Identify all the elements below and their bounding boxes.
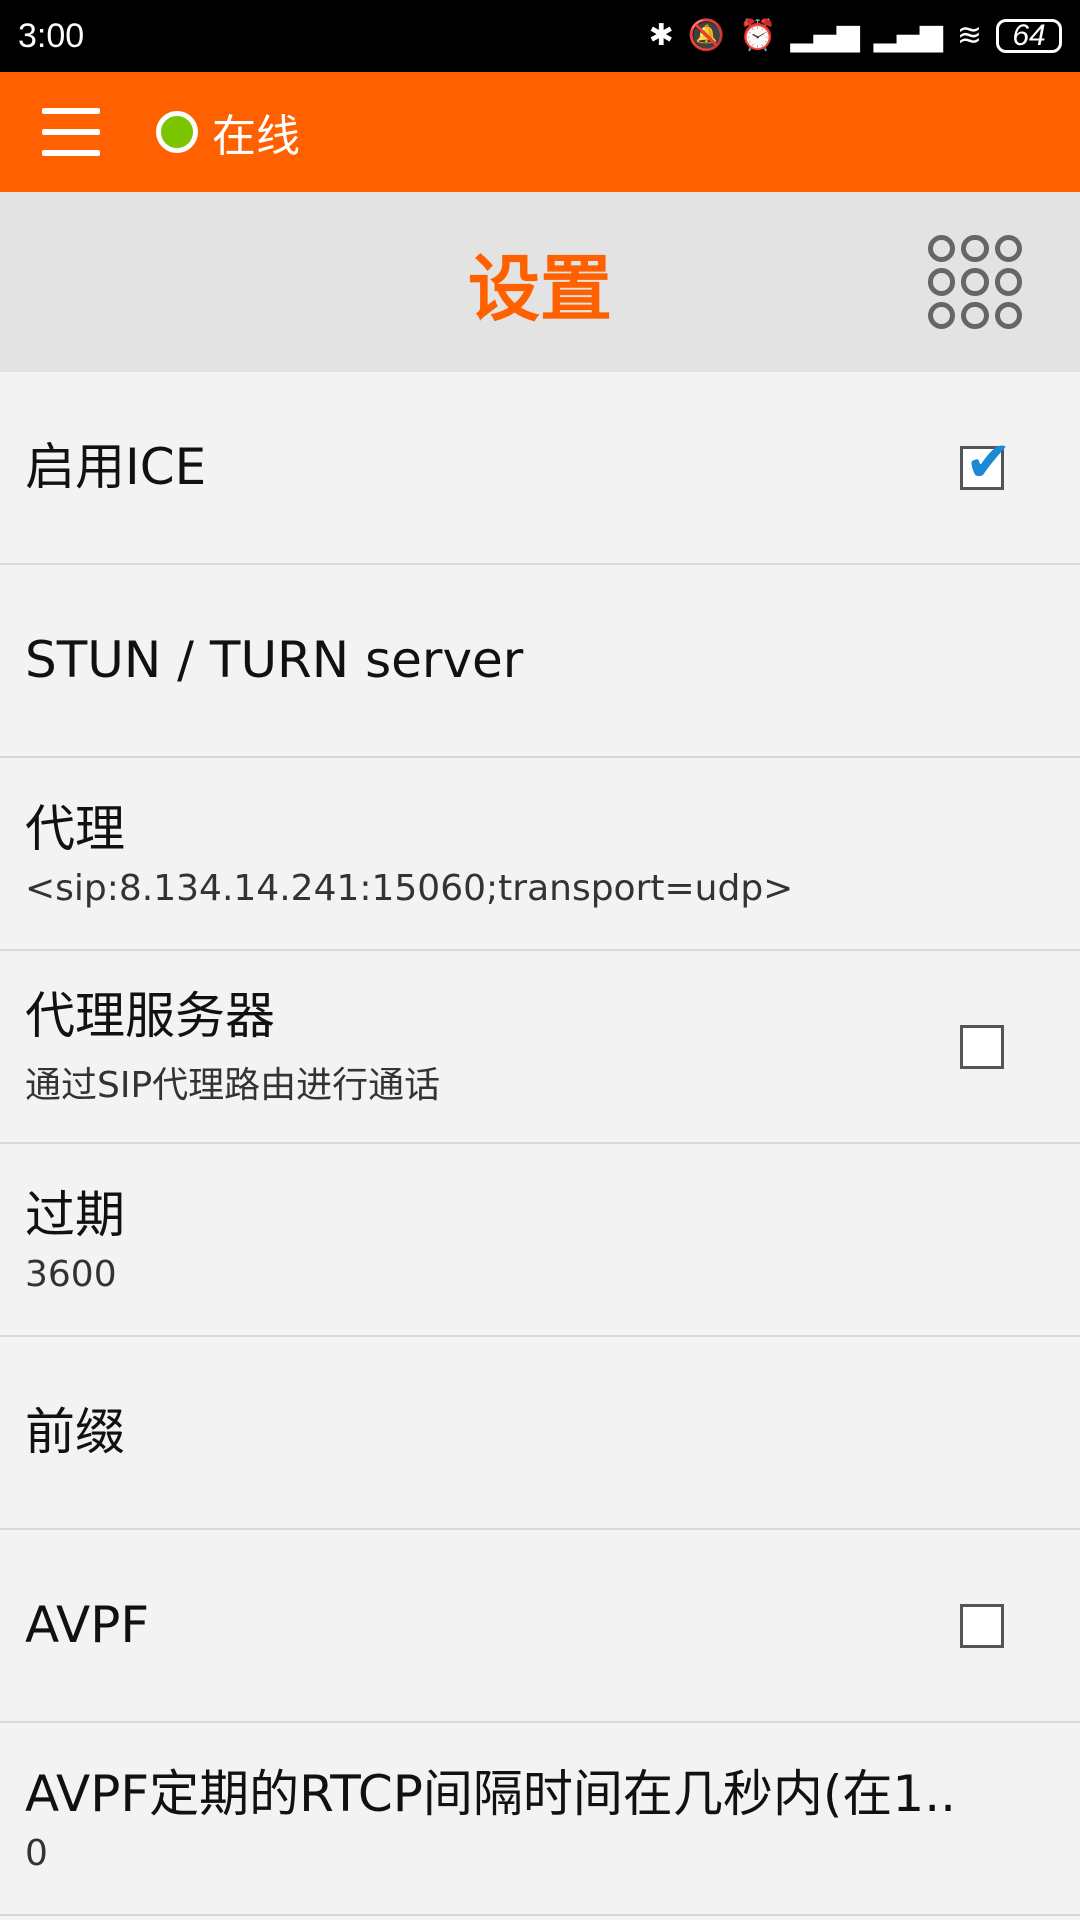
setting-value: 0 (25, 1833, 48, 1875)
status-bar: 3:00 ✱ 🔕 ⏰ ▂▄▆ ▂▄▆ ≋ 64 (0, 0, 1080, 72)
setting-title: 代理服务器 (25, 987, 275, 1046)
setting-stun-turn-server[interactable]: STUN / TURN server (0, 565, 1080, 758)
alarm-icon: ⏰ (739, 18, 777, 53)
setting-proxy-server[interactable]: 代理服务器 通过SIP代理路由进行通话 (0, 951, 1080, 1144)
setting-title: 前缀 (25, 1403, 125, 1462)
menu-icon[interactable] (42, 104, 100, 160)
setting-title: AVPF (25, 1596, 150, 1655)
battery-level: 64 (1012, 19, 1046, 52)
setting-title: 代理 (25, 799, 125, 858)
page-title: 设置 (467, 246, 612, 331)
setting-proxy[interactable]: 代理 <sip:8.134.14.241:15060;transport=udp… (0, 758, 1080, 951)
checkmark-icon: ✔ (965, 429, 1012, 495)
setting-expire[interactable]: 过期 3600 (0, 1144, 1080, 1337)
signal-icon: ▂▄▆ (873, 18, 943, 53)
setting-prefix[interactable]: 前缀 (0, 1337, 1080, 1530)
setting-description: 通过SIP代理路由进行通话 (25, 1064, 441, 1106)
setting-enable-ice[interactable]: 启用ICE ✔ (0, 372, 1080, 565)
status-icons: ✱ 🔕 ⏰ ▂▄▆ ▂▄▆ ≋ 64 (649, 19, 1062, 53)
online-status-label: 在线 (212, 111, 300, 162)
page-header: 设置 (0, 192, 1080, 372)
dialpad-grid-icon[interactable] (928, 235, 1022, 329)
setting-value: <sip:8.134.14.241:15060;transport=udp> (25, 868, 794, 910)
setting-value: 3600 (25, 1254, 117, 1296)
top-bar: 在线 (0, 72, 1080, 192)
wifi-icon: ≋ (956, 18, 982, 53)
setting-title: 过期 (25, 1185, 125, 1244)
setting-title: AVPF定期的RTCP间隔时间在几秒内(在1.. (25, 1764, 957, 1823)
setting-avpf-rtcp-interval[interactable]: AVPF定期的RTCP间隔时间在几秒内(在1.. 0 (0, 1723, 1080, 1916)
proxy-server-checkbox[interactable] (960, 1024, 1004, 1069)
settings-list: 启用ICE ✔ STUN / TURN server 代理 <sip:8.134… (0, 372, 1080, 1916)
enable-ice-checkbox[interactable]: ✔ (960, 434, 1012, 490)
avpf-checkbox[interactable] (960, 1603, 1004, 1648)
mute-icon: 🔕 (687, 18, 726, 53)
status-time: 3:00 (18, 16, 85, 55)
signal-icon: ▂▄▆ (790, 18, 860, 53)
setting-avpf[interactable]: AVPF (0, 1530, 1080, 1723)
online-status-dot (156, 111, 198, 153)
bluetooth-icon: ✱ (648, 18, 674, 53)
setting-title: 启用ICE (25, 438, 207, 497)
setting-title: STUN / TURN server (25, 631, 524, 690)
battery-icon: 64 (996, 19, 1062, 53)
